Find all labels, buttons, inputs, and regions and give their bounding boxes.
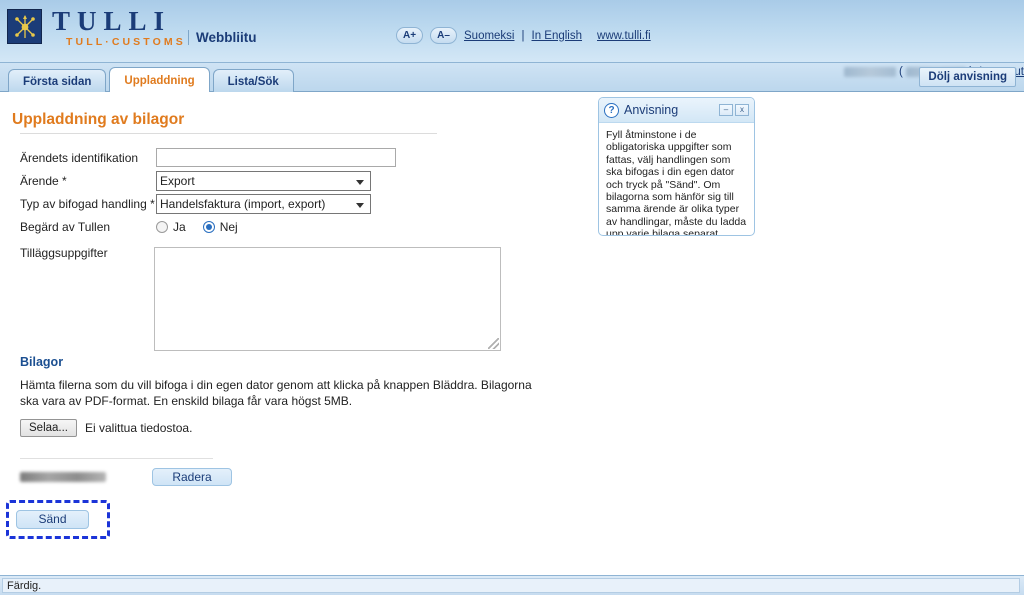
- instruction-panel: ? Anvisning – x Fyll åtminstone i de obl…: [598, 97, 755, 236]
- browse-file-button[interactable]: Selaa...: [20, 419, 77, 437]
- attachments-section-title: Bilagor: [20, 355, 64, 369]
- help-icon: ?: [604, 102, 619, 118]
- file-picker-row: Selaa... Ei valittua tiedostoa.: [20, 419, 192, 437]
- send-button[interactable]: Sänd: [16, 510, 89, 529]
- language-link-english[interactable]: In English: [532, 30, 583, 42]
- begard-radio-group: Ja Nej: [156, 220, 250, 234]
- paren-open: (: [898, 66, 903, 78]
- resize-handle-icon[interactable]: [488, 338, 499, 349]
- radio-label-nej: Nej: [219, 219, 238, 234]
- chevron-down-icon: [356, 179, 364, 185]
- label-typ-av-bifogad-handling: Typ av bifogad handling *: [20, 196, 155, 211]
- arendets-identifikation-input[interactable]: [156, 148, 396, 167]
- label-tillaggsuppgifter: Tilläggsuppgifter: [20, 246, 108, 260]
- no-file-selected-text: Ei valittua tiedostoa.: [85, 421, 193, 435]
- tulli-logo: [7, 9, 42, 44]
- close-icon[interactable]: x: [735, 104, 749, 116]
- arende-select[interactable]: Export: [156, 170, 371, 191]
- radio-label-ja: Ja: [173, 219, 186, 234]
- status-bar: Färdig.: [0, 575, 1024, 595]
- tab-lista-sok[interactable]: Lista/Sök: [212, 69, 294, 94]
- brand-tagline: TULL·CUSTOMS: [66, 36, 186, 48]
- tillaggsuppgifter-textarea[interactable]: [154, 247, 501, 351]
- language-separator: |: [521, 29, 525, 42]
- title-divider: [20, 133, 437, 134]
- field-row-arendets-identifikation: Ärendets identifikation: [20, 148, 396, 167]
- attachment-filename-redacted: [20, 472, 106, 482]
- label-arendets-identifikation: Ärendets identifikation: [20, 150, 139, 165]
- header-tools: A+ A– Suomeksi | In English www.tulli.fi: [396, 27, 651, 44]
- typ-av-bifogad-handling-select[interactable]: Handelsfaktura (import, export): [156, 193, 371, 214]
- brand-name: TULLI: [52, 6, 172, 36]
- tulli-website-link[interactable]: www.tulli.fi: [597, 30, 651, 42]
- field-row-typ-av-bifogad-handling: Typ av bifogad handling * Handelsfaktura…: [20, 193, 396, 214]
- app-name: Webbliitu: [188, 30, 257, 45]
- tab-list: Första sidan Uppladdning Lista/Sök: [8, 67, 294, 94]
- language-link-finnish[interactable]: Suomeksi: [464, 30, 515, 42]
- instruction-panel-body: Fyll åtminstone i de obligatoriska uppgi…: [606, 129, 747, 236]
- radio-nej[interactable]: [202, 220, 215, 233]
- attachment-divider: [20, 458, 213, 459]
- field-row-arende: Ärende * Export: [20, 170, 396, 191]
- field-row-begard-av-tullen: Begärd av Tullen Ja Nej: [20, 217, 396, 236]
- arende-selected-value: Export: [160, 173, 195, 188]
- username-redacted: [843, 66, 896, 77]
- page-header: TULLI TULL·CUSTOMS Webbliitu A+ A– Suome…: [0, 0, 1024, 63]
- instruction-panel-title: Anvisning: [624, 103, 679, 117]
- status-text: Färdig.: [2, 578, 1020, 593]
- minimize-icon[interactable]: –: [719, 104, 733, 116]
- tab-forsta-sidan[interactable]: Första sidan: [8, 69, 107, 94]
- radio-ja[interactable]: [156, 220, 168, 233]
- attachments-description: Hämta filerna som du vill bifoga i din e…: [20, 378, 532, 408]
- chevron-down-icon: [356, 202, 364, 208]
- label-arende: Ärende *: [20, 173, 67, 188]
- upload-form: Ärendets identifikation Ärende * Export …: [20, 148, 396, 240]
- instruction-panel-header: ? Anvisning – x: [599, 98, 754, 123]
- brand: TULLI TULL·CUSTOMS: [52, 6, 186, 49]
- font-increase-button[interactable]: A+: [396, 27, 423, 44]
- typ-selected-value: Handelsfaktura (import, export): [160, 196, 326, 211]
- tab-uppladdning[interactable]: Uppladdning: [109, 67, 210, 94]
- hide-instruction-button[interactable]: Dölj anvisning: [919, 67, 1016, 87]
- font-decrease-button[interactable]: A–: [430, 27, 457, 44]
- label-begard-av-tullen: Begärd av Tullen: [20, 219, 111, 234]
- attachment-list-item: Radera: [20, 468, 232, 486]
- customs-emblem-icon: [14, 14, 35, 38]
- delete-attachment-button[interactable]: Radera: [152, 468, 232, 486]
- page-title: Uppladdning av bilagor: [12, 111, 185, 128]
